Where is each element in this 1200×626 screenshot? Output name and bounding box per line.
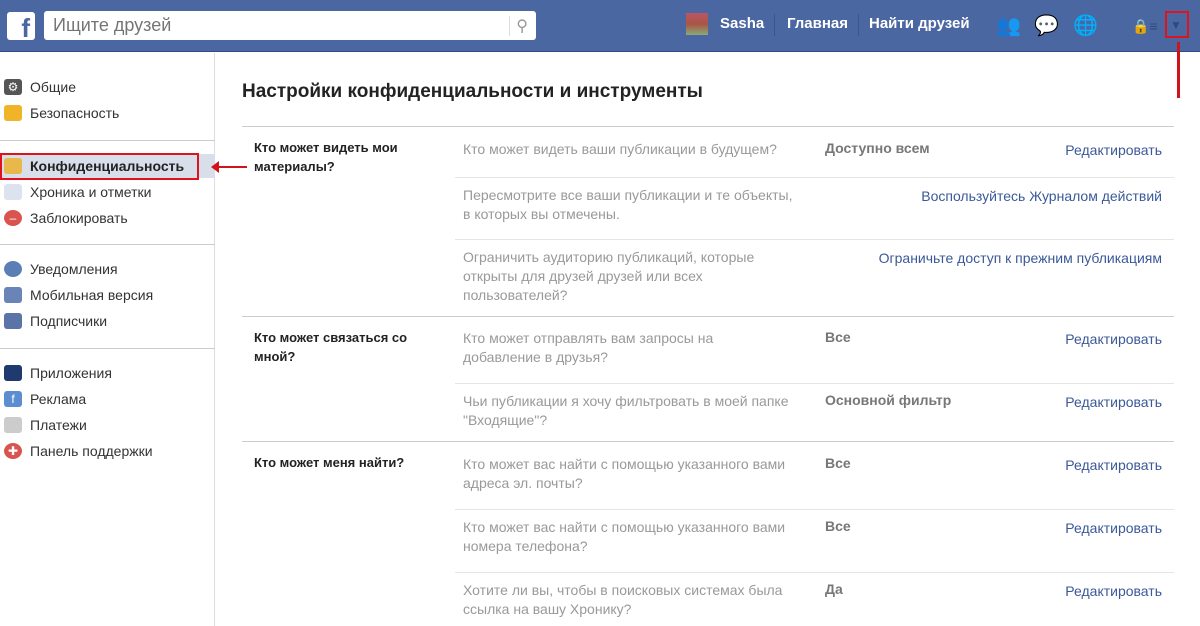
profile-link[interactable]: Sasha	[720, 15, 764, 32]
divider	[0, 348, 215, 349]
highlight-box	[1165, 11, 1189, 38]
sidebar-item[interactable]: Уведомления	[0, 257, 215, 281]
section-divider	[242, 316, 1174, 317]
sidebar-item-label: Подписчики	[30, 313, 108, 329]
page-title: Настройки конфиденциальности и инструмен…	[242, 81, 703, 102]
setting-value: Основной фильтр	[825, 392, 952, 408]
sidebar-item[interactable]: f Реклама	[0, 387, 215, 411]
globe-icon	[4, 261, 22, 277]
edit-link[interactable]: Редактировать	[1065, 142, 1162, 158]
timeline-icon	[4, 184, 22, 200]
row-divider	[455, 239, 1174, 240]
mobile-icon	[4, 287, 22, 303]
sidebar-item[interactable]: Приложения	[0, 361, 215, 385]
edit-link[interactable]: Редактировать	[1065, 520, 1162, 536]
sidebar-item-label: Приложения	[30, 365, 112, 381]
friend-requests-icon[interactable]: 👥	[996, 13, 1021, 38]
top-bar: f ⚲ Sasha Главная Найти друзей 👥 💬 🌐 🔒≡ …	[0, 0, 1200, 52]
setting-value: Все	[825, 329, 851, 345]
facebook-logo[interactable]: f	[7, 12, 35, 40]
sidebar-item-label: Реклама	[30, 391, 87, 407]
lifebuoy-icon: ✚	[4, 443, 22, 459]
divider	[0, 140, 215, 141]
divider	[774, 14, 775, 36]
sidebar-item[interactable]: Подписчики	[0, 309, 215, 333]
card-icon	[4, 417, 22, 433]
section-title: Кто может меня найти?	[254, 455, 405, 470]
messages-icon[interactable]: 💬	[1034, 13, 1059, 38]
annotation-arrow	[1177, 42, 1180, 98]
sidebar-item-label: Общие	[30, 79, 77, 95]
sidebar-item[interactable]: ✚ Панель поддержки	[0, 439, 215, 463]
divider	[858, 14, 859, 36]
setting-question: Ограничить аудиторию публикаций, которые…	[463, 249, 755, 303]
sidebar-item[interactable]: ⚙ Общие	[0, 75, 215, 99]
block-icon: –	[4, 210, 22, 226]
section-divider	[242, 126, 1174, 127]
sidebar	[0, 53, 215, 626]
setting-value: Доступно всем	[825, 140, 930, 156]
rss-icon	[4, 313, 22, 329]
sidebar-item-label: Заблокировать	[30, 210, 128, 226]
sidebar-item-label: Уведомления	[30, 261, 118, 277]
edit-link[interactable]: Ограничьте доступ к прежним публикациям	[879, 250, 1162, 266]
setting-question: Чьи публикации я хочу фильтровать в моей…	[463, 393, 789, 428]
sidebar-item[interactable]: – Заблокировать	[0, 206, 215, 230]
edit-link[interactable]: Воспользуйтесь Журналом действий	[921, 188, 1162, 204]
avatar[interactable]	[686, 13, 708, 35]
sidebar-item[interactable]: Безопасность	[0, 101, 215, 125]
sidebar-item-label: Платежи	[30, 417, 87, 433]
divider	[0, 244, 215, 245]
section-title: Кто может видеть мои материалы?	[254, 140, 398, 174]
edit-link[interactable]: Редактировать	[1065, 583, 1162, 599]
row-divider	[455, 509, 1174, 510]
setting-value: Да	[825, 581, 843, 597]
edit-link[interactable]: Редактировать	[1065, 331, 1162, 347]
search-icon[interactable]: ⚲	[509, 16, 528, 36]
row-divider	[455, 572, 1174, 573]
notifications-globe-icon[interactable]: 🌐	[1073, 13, 1098, 38]
section-title: Кто может связаться со мной?	[254, 330, 408, 364]
row-divider	[455, 177, 1174, 178]
highlight-box	[0, 153, 199, 180]
ads-icon: f	[4, 391, 22, 407]
setting-question: Кто может видеть ваши публикации в будущ…	[463, 141, 777, 157]
section-divider	[242, 441, 1174, 442]
setting-value: Все	[825, 518, 851, 534]
sidebar-item[interactable]: Хроника и отметки	[0, 180, 215, 204]
apps-icon	[4, 365, 22, 381]
home-link[interactable]: Главная	[787, 15, 848, 32]
setting-question: Пересмотрите все ваши публикации и те об…	[463, 187, 793, 222]
setting-question: Кто может вас найти с помощью указанного…	[463, 456, 786, 491]
gears-icon: ⚙	[4, 79, 22, 95]
search-input[interactable]	[44, 11, 494, 40]
sidebar-item-label: Панель поддержки	[30, 443, 153, 459]
edit-link[interactable]: Редактировать	[1065, 394, 1162, 410]
row-divider	[455, 383, 1174, 384]
privacy-shortcuts-icon[interactable]: 🔒≡	[1132, 18, 1158, 35]
find-friends-link[interactable]: Найти друзей	[869, 15, 970, 32]
sidebar-item-label: Мобильная версия	[30, 287, 154, 303]
sidebar-item[interactable]: Мобильная версия	[0, 283, 215, 307]
setting-question: Кто может вас найти с помощью указанного…	[463, 519, 786, 554]
sidebar-item-label: Хроника и отметки	[30, 184, 152, 200]
setting-question: Кто может отправлять вам запросы на доба…	[463, 330, 714, 365]
edit-link[interactable]: Редактировать	[1065, 457, 1162, 473]
sidebar-item[interactable]: Платежи	[0, 413, 215, 437]
shield-icon	[4, 105, 22, 121]
annotation-arrow	[211, 161, 247, 173]
search-box[interactable]: ⚲	[44, 11, 536, 40]
setting-question: Хотите ли вы, чтобы в поисковых системах…	[463, 582, 783, 617]
sidebar-item-label: Безопасность	[30, 105, 120, 121]
setting-value: Все	[825, 455, 851, 471]
